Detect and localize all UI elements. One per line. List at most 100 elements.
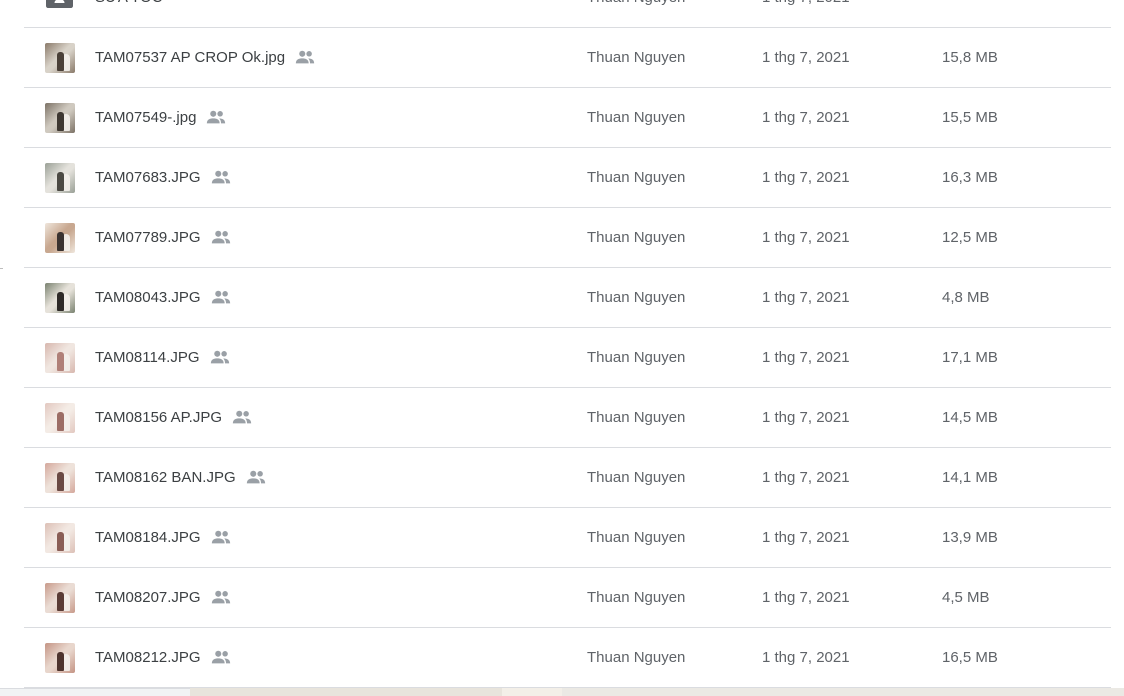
file-size: 14,5 MB [942,409,998,426]
file-name[interactable]: SỬA TÓC [95,0,163,28]
image-thumbnail [45,283,75,313]
file-name[interactable]: TAM07789.JPG [95,208,232,268]
image-thumbnail [45,463,75,493]
file-row[interactable]: TAM08043.JPG Thuan Nguyen 1 thg 7, 2021 4,8… [24,268,1111,328]
file-modified-date: 1 thg 7, 2021 [762,529,850,546]
file-size: 13,9 MB [942,529,998,546]
file-name-label: TAM08212.JPG [95,649,201,666]
file-name-label: TAM08207.JPG [95,589,201,606]
file-row[interactable]: TAM07549-.jpg Thuan Nguyen 1 thg 7, 2021 15… [24,88,1111,148]
file-row[interactable]: TAM08184.JPG Thuan Nguyen 1 thg 7, 2021 13,… [24,508,1111,568]
file-size: 4,8 MB [942,289,990,306]
file-size: 14,1 MB [942,469,998,486]
shared-folder-icon [46,0,73,8]
file-name[interactable]: TAM07549-.jpg [95,88,227,148]
file-name-label: TAM07789.JPG [95,229,201,246]
shared-people-icon [211,530,230,544]
image-thumbnail [45,43,75,73]
file-name[interactable]: TAM08043.JPG [95,268,232,328]
shared-people-icon [211,290,230,304]
file-modified-date: 1 thg 7, 2021 [762,649,850,666]
file-name[interactable]: TAM08207.JPG [95,568,232,628]
file-modified-date: 1 thg 7, 2021 [762,109,850,126]
file-row[interactable]: TAM07789.JPG Thuan Nguyen 1 thg 7, 2021 12,… [24,208,1111,268]
file-row[interactable]: TAM08207.JPG Thuan Nguyen 1 thg 7, 2021 4,5… [24,568,1111,628]
file-owner: Thuan Nguyen [587,169,686,186]
file-owner: Thuan Nguyen [587,469,686,486]
drive-file-list-page: SỬA TÓCThuan Nguyen1 thg 7, 2021TAM07537… [0,0,1124,696]
bottom-strip-segment [562,688,1124,696]
file-modified-date: 1 thg 7, 2021 [762,589,850,606]
image-thumbnail [45,223,75,253]
shared-people-icon [232,410,252,424]
shared-people-icon [211,230,230,244]
file-name-label: SỬA TÓC [95,0,163,28]
file-row[interactable]: TAM07537 AP CROP Ok.jpg Thuan Nguyen 1 thg… [24,28,1111,88]
file-size: 15,5 MB [942,109,998,126]
file-owner: Thuan Nguyen [587,289,686,306]
file-owner: Thuan Nguyen [587,529,686,546]
file-name-label: TAM07537 AP CROP Ok.jpg [95,49,286,66]
file-modified-date: 1 thg 7, 2021 [762,169,850,186]
file-owner: Thuan Nguyen [587,349,686,366]
file-modified-date: 1 thg 7, 2021 [762,469,850,486]
file-size: 16,5 MB [942,649,998,666]
file-modified-date: 1 thg 7, 2021 [762,0,850,28]
file-name[interactable]: TAM07537 AP CROP Ok.jpg [95,28,316,88]
bottom-strip-segment [502,688,562,696]
file-size: 4,5 MB [942,589,990,606]
file-owner: Thuan Nguyen [587,649,686,666]
shared-people-icon [295,50,315,64]
file-owner: Thuan Nguyen [587,49,686,66]
file-name[interactable]: TAM07683.JPG [95,148,232,208]
file-row[interactable]: TAM07683.JPG Thuan Nguyen 1 thg 7, 2021 16,… [24,148,1111,208]
image-thumbnail [45,163,75,193]
file-name[interactable]: TAM08184.JPG [95,508,232,568]
file-row[interactable]: TAM08156 AP.JPG Thuan Nguyen 1 thg 7, 2021… [24,388,1111,448]
file-size: 12,5 MB [942,229,998,246]
file-owner: Thuan Nguyen [587,0,685,28]
file-size: 15,8 MB [942,49,998,66]
file-name-label: TAM08156 AP.JPG [95,409,223,426]
file-owner: Thuan Nguyen [587,229,686,246]
file-owner: Thuan Nguyen [587,409,686,426]
image-thumbnail [45,403,75,433]
bottom-strip-segment [190,688,502,696]
file-row[interactable]: TAM08162 BAN.JPG Thuan Nguyen 1 thg 7, 202… [24,448,1111,508]
file-name-label: TAM07549-.jpg [95,109,197,126]
file-name[interactable]: TAM08156 AP.JPG [95,388,253,448]
image-thumbnail [45,643,75,673]
file-name-label: TAM08162 BAN.JPG [95,469,236,486]
file-owner: Thuan Nguyen [587,589,686,606]
shared-people-icon [211,590,230,604]
file-modified-date: 1 thg 7, 2021 [762,229,850,246]
file-name[interactable]: TAM08162 BAN.JPG [95,448,267,508]
shared-people-icon [210,350,229,364]
shared-people-icon [211,170,230,184]
image-thumbnail [45,583,75,613]
file-row[interactable]: TAM08114.JPG Thuan Nguyen 1 thg 7, 2021 17,… [24,328,1111,388]
file-list: SỬA TÓCThuan Nguyen1 thg 7, 2021TAM07537… [24,0,1111,688]
file-size: 16,3 MB [942,169,998,186]
folder-row[interactable]: SỬA TÓC Thuan Nguyen 1 thg 7, 2021 [24,0,1111,28]
file-owner: Thuan Nguyen [587,109,686,126]
file-modified-date: 1 thg 7, 2021 [762,409,850,426]
file-name-label: TAM08043.JPG [95,289,201,306]
file-name-label: TAM08184.JPG [95,529,201,546]
file-name[interactable]: TAM08212.JPG [95,628,232,688]
shared-people-icon [211,650,230,664]
file-row[interactable]: TAM08212.JPG Thuan Nguyen 1 thg 7, 2021 16,… [24,628,1111,688]
file-modified-date: 1 thg 7, 2021 [762,289,850,306]
file-size: 17,1 MB [942,349,998,366]
bottom-strip-segment [0,688,190,696]
shared-people-icon [207,110,226,124]
file-name[interactable]: TAM08114.JPG [95,328,231,388]
file-name-label: TAM07683.JPG [95,169,201,186]
file-modified-date: 1 thg 7, 2021 [762,49,850,66]
file-modified-date: 1 thg 7, 2021 [762,349,850,366]
shared-people-icon [246,470,265,484]
image-thumbnail [45,343,75,373]
bottom-preview-strip [0,688,1124,696]
scroll-edge-mark [0,268,3,269]
image-thumbnail [45,523,75,553]
